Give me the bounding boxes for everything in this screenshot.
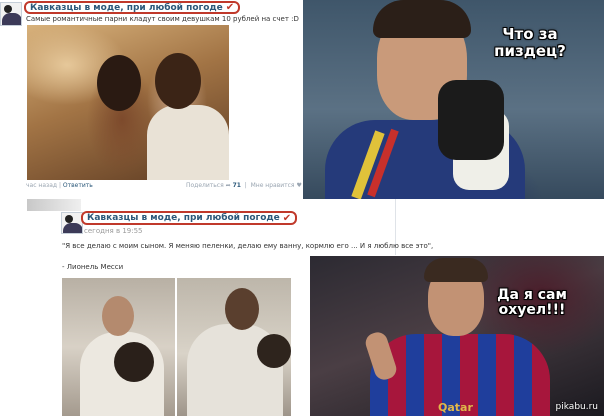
photo-figure-man — [155, 53, 201, 109]
photo-figure-head — [102, 296, 134, 336]
photo-hair — [424, 258, 488, 282]
meme-2-photo: Qatar — [310, 256, 604, 416]
like-button[interactable]: Мне нравится — [251, 182, 295, 189]
post-1-caption: Самые романтичные парни кладут своим дев… — [26, 15, 299, 23]
post-1-group-name-text[interactable]: Кавказцы в моде, при любой погоде — [30, 3, 223, 13]
post-1-time: час назад — [26, 182, 58, 189]
photo-baby — [114, 342, 154, 382]
post-1-meta-left: час назад | Ответить — [26, 182, 93, 189]
reply-link[interactable]: Ответить — [63, 182, 93, 189]
post-2-date[interactable]: сегодня в 19:55 — [84, 227, 143, 235]
post-1-group-name[interactable]: Кавказцы в моде, при любой погоде ✔ — [24, 1, 241, 14]
post-2-photo-right[interactable] — [177, 278, 291, 416]
share-icon[interactable]: ➦ — [226, 182, 231, 189]
verified-check-icon: ✔ — [282, 212, 292, 224]
post-1-avatar[interactable] — [0, 2, 22, 26]
meme-2-caption: Да я сам охуел!!! — [497, 287, 567, 319]
photo-baby — [257, 334, 291, 368]
post-1-meta-right: Поделиться ➦ 71 | Мне нравится ♥ 274 — [186, 182, 316, 189]
share-button[interactable]: Поделиться — [186, 182, 224, 189]
share-count: 71 — [232, 182, 241, 189]
photo-glove — [438, 80, 504, 160]
photo-figure-woman — [97, 55, 141, 111]
heart-icon[interactable]: ♥ — [296, 182, 301, 189]
post-2-quote: "Я все делаю с моим сыном. Я меняю пелен… — [62, 242, 434, 250]
post-2-author: - Лионель Месси — [62, 263, 124, 271]
post-2-photo-left[interactable] — [62, 278, 175, 416]
jersey-sponsor-text: Qatar — [438, 401, 473, 414]
meme-1-caption: Что за пиздец? — [494, 25, 566, 60]
post-2-group-name[interactable]: Кавказцы в моде, при любой погоде ✔ — [81, 211, 298, 225]
photo-hair — [373, 0, 471, 38]
verified-check-icon: ✔ — [225, 2, 235, 13]
post-1-photo[interactable] — [27, 25, 229, 180]
post-2-group-name-text[interactable]: Кавказцы в моде, при любой погоде — [87, 213, 280, 223]
photo-figure-shirt — [147, 105, 229, 180]
site-watermark: pikabu.ru — [555, 402, 598, 412]
post-2-avatar[interactable] — [61, 212, 83, 234]
photo-figure-head — [225, 288, 259, 330]
post-2-header-strip — [27, 199, 81, 211]
